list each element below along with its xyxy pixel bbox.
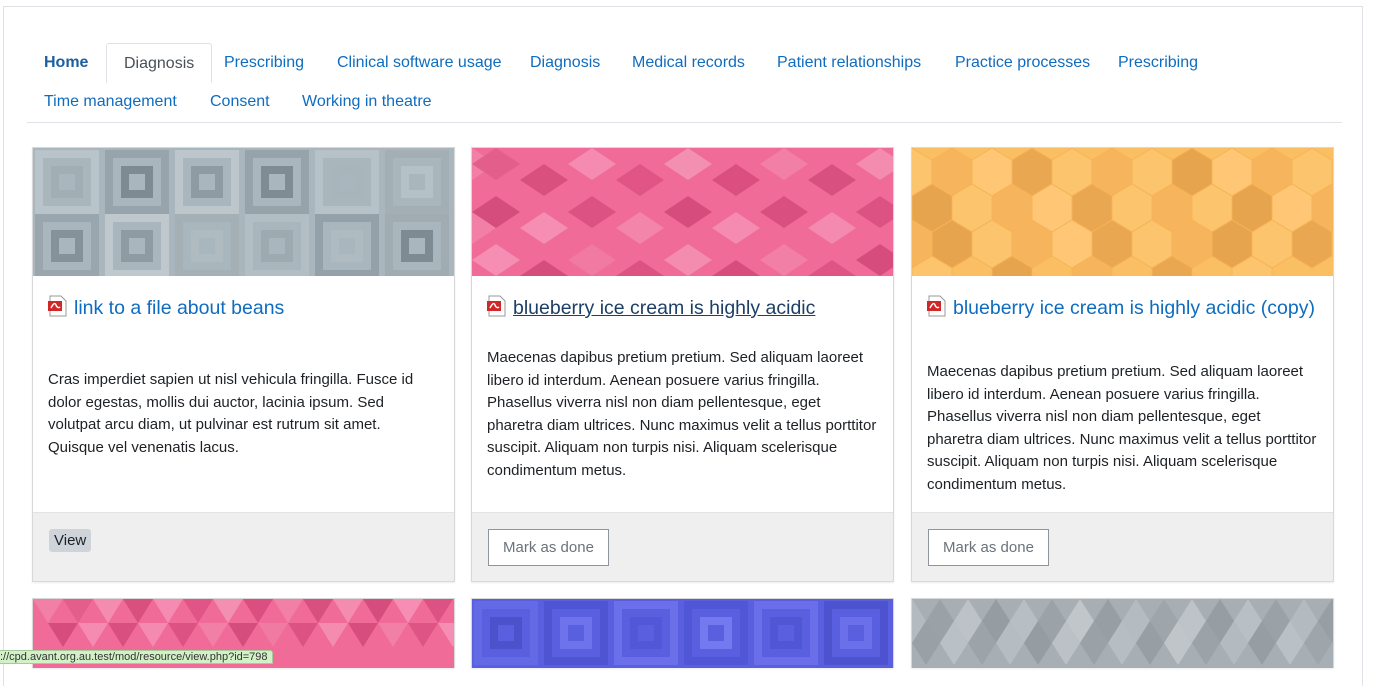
card-description: Cras imperdiet sapien ut nisl vehicula f… <box>48 371 414 456</box>
card-title-text: blueberry ice cream is highly acidic <box>513 297 816 319</box>
tab-diagnosis-active[interactable]: Diagnosis <box>106 43 213 83</box>
pdf-icon <box>48 295 68 325</box>
pdf-icon <box>487 295 507 325</box>
card-footer: Mark as done <box>472 512 893 581</box>
tab-consent[interactable]: Consent <box>193 82 287 122</box>
card-title-link[interactable]: blueberry ice cream is highly acidic <box>487 294 879 325</box>
activity-card: link to a file about beans Cras imperdie… <box>32 147 455 582</box>
view-button[interactable]: View <box>49 529 92 552</box>
card-title-link[interactable]: blueberry ice cream is highly acidic (co… <box>927 294 1319 325</box>
card-pattern-image <box>472 599 893 668</box>
activity-card <box>911 598 1334 668</box>
card-pattern-image <box>912 148 1333 276</box>
tab-home[interactable]: Home <box>27 43 105 83</box>
tab-working-in-theatre[interactable]: Working in theatre <box>285 82 449 122</box>
tab-prescribing-2[interactable]: Prescribing <box>1101 43 1215 83</box>
tab-diagnosis[interactable]: Diagnosis <box>513 43 617 83</box>
card-description: Maecenas dapibus pretium pretium. Sed al… <box>487 349 877 479</box>
activity-card: blueberry ice cream is highly acidic (co… <box>911 147 1334 582</box>
card-pattern-image <box>33 148 454 276</box>
tab-practice-processes[interactable]: Practice processes <box>938 43 1107 83</box>
activity-card: blueberry ice cream is highly acidic Mae… <box>471 147 894 582</box>
card-title-text: link to a file about beans <box>74 297 285 319</box>
activity-card <box>471 598 894 668</box>
card-footer: Mark as done <box>912 512 1333 581</box>
tab-prescribing[interactable]: Prescribing <box>207 43 321 83</box>
card-pattern-image <box>472 148 893 276</box>
card-description: Maecenas dapibus pretium pretium. Sed al… <box>927 363 1317 493</box>
mark-as-done-button[interactable]: Mark as done <box>928 529 1049 566</box>
card-title-link[interactable]: link to a file about beans <box>48 294 440 325</box>
card-footer: View <box>33 512 454 581</box>
tab-medical-records[interactable]: Medical records <box>615 43 762 83</box>
card-title-text: blueberry ice cream is highly acidic (co… <box>953 297 1315 319</box>
pdf-icon <box>927 295 947 325</box>
tab-patient-relationships[interactable]: Patient relationships <box>760 43 938 83</box>
course-tabs: Home Diagnosis Prescribing Clinical soft… <box>27 43 1342 123</box>
mark-as-done-button[interactable]: Mark as done <box>488 529 609 566</box>
tab-time-management[interactable]: Time management <box>27 82 194 122</box>
card-pattern-image <box>912 599 1333 668</box>
tab-clinical-software-usage[interactable]: Clinical software usage <box>320 43 519 83</box>
